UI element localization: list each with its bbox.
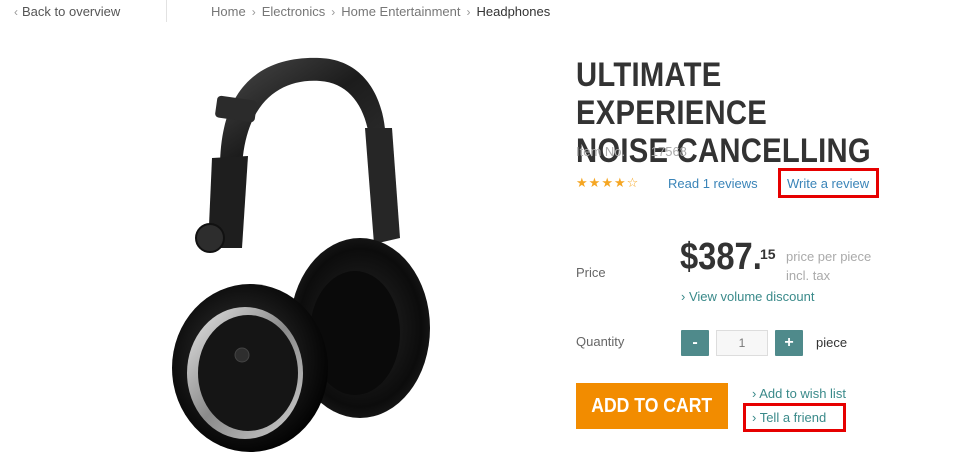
quantity-input[interactable]: 1 bbox=[716, 330, 768, 356]
quantity-increase-button[interactable]: + bbox=[775, 330, 803, 356]
price-note: price per piece incl. tax bbox=[786, 247, 871, 285]
breadcrumb-separator: › bbox=[251, 4, 256, 19]
chevron-left-icon: ‹ bbox=[14, 5, 18, 19]
breadcrumb-home[interactable]: Home bbox=[211, 4, 246, 19]
price-note-line2: incl. tax bbox=[786, 268, 831, 283]
add-to-cart-label: ADD TO CART bbox=[591, 394, 713, 417]
add-to-wish-list-link[interactable]: › Add to wish list bbox=[752, 386, 846, 401]
product-title-line1: ULTIMATE EXPERIENCE bbox=[576, 56, 768, 132]
quantity-unit: piece bbox=[816, 335, 848, 350]
read-reviews-link[interactable]: Read 1 reviews bbox=[668, 176, 758, 191]
star-rating: ★ ★ ★ ★ ☆ bbox=[576, 176, 639, 190]
star-filled-icon: ★ bbox=[601, 175, 613, 190]
breadcrumb-headphones: Headphones bbox=[476, 4, 551, 19]
breadcrumb-separator: › bbox=[466, 4, 471, 19]
price-amount: $387. bbox=[680, 236, 762, 278]
add-to-cart-button[interactable]: ADD TO CART bbox=[576, 383, 728, 429]
breadcrumb-separator: › bbox=[331, 4, 336, 19]
quantity-decrease-button[interactable]: - bbox=[681, 330, 709, 356]
back-to-overview-link[interactable]: ‹ Back to overview bbox=[14, 4, 120, 19]
breadcrumb-electronics[interactable]: Electronics bbox=[262, 4, 326, 19]
star-filled-icon: ★ bbox=[613, 175, 626, 190]
item-number-value: 17568 bbox=[650, 144, 687, 159]
item-number-label: Item No. bbox=[576, 144, 626, 159]
back-label: Back to overview bbox=[22, 4, 121, 19]
tell-a-friend-link[interactable]: › Tell a friend bbox=[752, 410, 826, 425]
breadcrumb: Home › Electronics › Home Entertainment … bbox=[211, 4, 550, 19]
price-cents: 15 bbox=[760, 246, 776, 262]
item-number: Item No. 17568 bbox=[576, 144, 687, 159]
headphones-image bbox=[172, 57, 430, 452]
top-divider bbox=[166, 0, 167, 22]
quantity-label: Quantity bbox=[576, 334, 625, 349]
price-note-line1: price per piece bbox=[786, 249, 872, 264]
star-empty-icon: ☆ bbox=[626, 175, 639, 190]
star-filled-icon: ★ bbox=[588, 175, 601, 190]
breadcrumb-home-entertainment[interactable]: Home Entertainment bbox=[341, 4, 460, 19]
product-page: ‹ Back to overview Home › Electronics › H… bbox=[0, 0, 974, 466]
price-label: Price bbox=[576, 265, 606, 280]
write-review-link[interactable]: Write a review bbox=[787, 176, 869, 191]
view-volume-discount-link[interactable]: › View volume discount bbox=[681, 289, 814, 304]
star-filled-icon: ★ bbox=[576, 175, 588, 190]
product-image[interactable] bbox=[160, 48, 460, 458]
